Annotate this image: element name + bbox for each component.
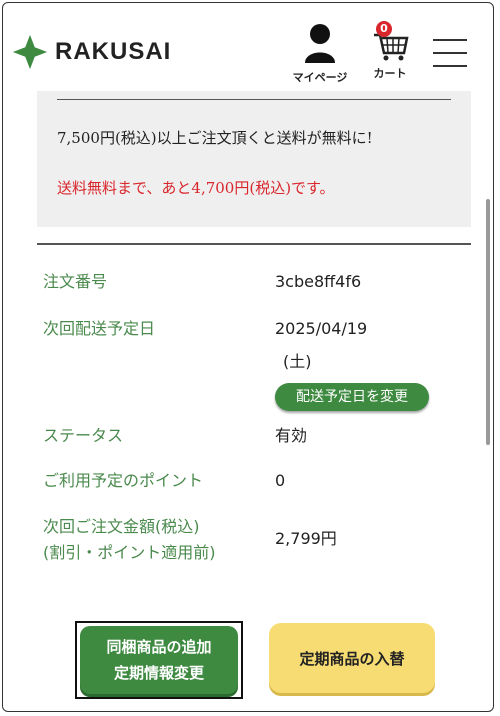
swap-item-button[interactable]: 定期商品の入替 [269,623,435,693]
app-frame: RAKUSAI マイページ 0 カート 7,500円(税込)以上ご注文頂くと送料… [2,2,494,712]
add-item-change-info-button[interactable]: 同梱商品の追加 定期情報変更 [80,626,238,694]
logo[interactable]: RAKUSAI [11,33,171,71]
free-shipping-remaining: 送料無料まで、あと4,700円(税込)です。 [57,179,335,197]
mypage-label: マイページ [292,71,348,84]
cart-label: カート [373,67,407,80]
next-delivery-weekday: (土) [283,352,312,371]
points-label: ご利用予定のポイント [43,471,204,490]
mypage-button[interactable]: マイページ [283,23,357,85]
logo-text: RAKUSAI [55,38,172,65]
header: RAKUSAI マイページ 0 カート [3,3,493,91]
points-value: 0 [275,471,286,490]
status-label: ステータス [43,426,124,445]
order-number-label: 注文番号 [43,272,108,291]
next-delivery-label: 次回配送予定日 [43,319,156,338]
change-info-label: 定期情報変更 [113,664,204,682]
add-item-label: 同梱商品の追加 [106,638,212,656]
free-shipping-condition: 7,500円(税込)以上ご注文頂くと送料が無料に! [57,129,373,147]
shipping-notice: 7,500円(税込)以上ご注文頂くと送料が無料に! 送料無料まで、あと4,700… [37,91,471,227]
change-delivery-date-button[interactable]: 配送予定日を変更 [275,383,429,411]
focus-outline: 同梱商品の追加 定期情報変更 [75,621,243,699]
amount-label-line1: 次回ご注文金額(税込) [43,517,200,536]
swap-item-label: 定期商品の入替 [299,649,405,668]
user-icon [305,24,335,63]
section-divider [37,243,471,245]
hamburger-menu-icon[interactable] [433,39,467,78]
cart-count-badge: 0 [376,21,392,37]
amount-value: 2,799円 [275,529,337,548]
order-number-value: 3cbe8ff4f6 [275,272,362,291]
star-logo-icon [12,34,48,70]
notice-rule [57,99,451,100]
cart-button[interactable]: 0 カート [365,21,415,81]
next-delivery-value: 2025/04/19 [275,319,368,338]
amount-label-line2: (割引・ポイント適用前) [43,543,216,562]
scrollbar[interactable] [486,199,490,445]
status-value: 有効 [275,426,308,445]
